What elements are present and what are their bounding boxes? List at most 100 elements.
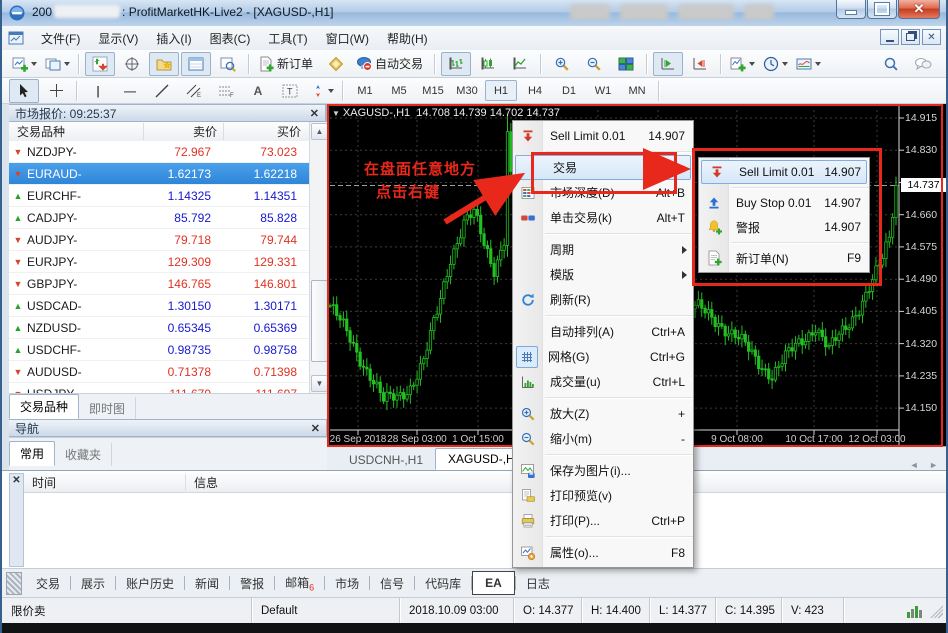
context-menu-item-自动排列(A)[interactable]: 自动排列(A)Ctrl+A — [513, 319, 693, 344]
market-watch-button[interactable] — [85, 52, 115, 76]
context-menu-item-单击交易(k)[interactable]: 单击交易(k)Alt+T — [513, 205, 693, 230]
column-bid[interactable]: 卖价 — [143, 123, 223, 140]
navigator-button[interactable] — [149, 52, 179, 76]
tab-scroll-arrows[interactable]: ◄ ► — [910, 460, 948, 470]
timeframe-M30[interactable]: M30 — [451, 80, 483, 101]
timeframe-D1[interactable]: D1 — [553, 80, 585, 101]
market-watch-row-EURJPY-[interactable]: ▼EURJPY-129.309129.331 — [9, 251, 309, 273]
zoom-out-button[interactable] — [579, 52, 609, 76]
column-message[interactable]: 信息 — [186, 474, 218, 491]
market-watch-row-USDCHF-[interactable]: ▲USDCHF-0.987350.98758 — [9, 339, 309, 361]
context-menu-item-周期[interactable]: 周期 — [513, 237, 693, 262]
tab-favorites[interactable]: 收藏夹 — [55, 443, 112, 466]
chat-button[interactable] — [908, 52, 938, 76]
column-ask[interactable]: 买价 — [223, 123, 307, 140]
chart-shift-button[interactable] — [685, 52, 715, 76]
resize-grip[interactable] — [930, 605, 943, 618]
market-watch-row-NZDUSD-[interactable]: ▲NZDUSD-0.653450.65369 — [9, 317, 309, 339]
menu-item-显示V[interactable]: 显示(V) — [89, 29, 147, 49]
context-menu-item-Sell Limit 0.01[interactable]: Sell Limit 0.0114.907 — [513, 123, 693, 148]
tile-windows-button[interactable] — [611, 52, 641, 76]
metaeditor-button[interactable] — [321, 52, 351, 76]
market-watch-row-AUDJPY-[interactable]: ▼AUDJPY-79.71879.744 — [9, 229, 309, 251]
context-menu-item-市场深度(D)[interactable]: 市场深度(D)Alt+B — [513, 180, 693, 205]
context-menu-item-放大(Z)[interactable]: 放大(Z)+ — [513, 401, 693, 426]
market-watch-scrollbar[interactable]: ▲ ▼ — [309, 122, 328, 393]
menu-item-插入I[interactable]: 插入(I) — [147, 29, 200, 49]
menu-item-文件F[interactable]: 文件(F) — [32, 29, 89, 49]
tab-tick-chart[interactable]: 即时图 — [79, 397, 136, 420]
menu-item-图表C[interactable]: 图表(C) — [201, 29, 260, 49]
context-menu-item-打印(P)...[interactable]: 打印(P)...Ctrl+P — [513, 508, 693, 533]
market-watch-row-USDCAD-[interactable]: ▲USDCAD-1.301501.30171 — [9, 295, 309, 317]
autotrading-button[interactable]: 自动交易 — [353, 52, 429, 76]
terminal-tab-邮箱[interactable]: 邮箱6 — [275, 570, 324, 596]
terminal-tab-市场[interactable]: 市场 — [325, 571, 369, 596]
bar-chart-button[interactable] — [441, 52, 471, 76]
timeframe-M15[interactable]: M15 — [417, 80, 449, 101]
candlestick-chart-button[interactable] — [473, 52, 503, 76]
submenu-item-Sell Limit 0.01[interactable]: Sell Limit 0.0114.907 — [701, 160, 867, 184]
column-symbol[interactable]: 交易品种 — [9, 123, 143, 140]
new-order-button[interactable]: 新订单 — [255, 52, 319, 76]
close-icon[interactable]: ✕ — [311, 422, 320, 435]
horizontal-line-button[interactable]: — — [115, 79, 145, 103]
scroll-down-icon[interactable]: ▼ — [311, 375, 328, 392]
terminal-tab-代码库[interactable]: 代码库 — [415, 571, 471, 596]
market-watch-row-NZDJPY-[interactable]: ▼NZDJPY-72.96773.023 — [9, 141, 309, 163]
chart-tab-usdcnh[interactable]: USDCNH-,H1 — [337, 450, 435, 470]
terminal-tab-账户历史[interactable]: 账户历史 — [116, 571, 184, 596]
periods-button[interactable] — [760, 52, 791, 76]
new-chart-button[interactable] — [9, 52, 40, 76]
context-menu-item-保存为图片(i)...[interactable]: 保存为图片(i)... — [513, 458, 693, 483]
terminal-tab-警报[interactable]: 警报 — [230, 571, 274, 596]
equidistant-channel-button[interactable]: E — [179, 79, 209, 103]
market-watch-row-EURAUD-[interactable]: ▼EURAUD-1.621731.62218 — [9, 163, 309, 185]
text-button[interactable]: A — [243, 79, 273, 103]
context-menu-item-属性(o)...[interactable]: 属性(o)...F8 — [513, 540, 693, 565]
close-icon[interactable]: ✕ — [10, 474, 23, 487]
search-button[interactable] — [876, 52, 906, 76]
child-minimize-button[interactable] — [880, 29, 899, 45]
line-chart-button[interactable] — [505, 52, 535, 76]
scrollbar-thumb[interactable] — [311, 280, 328, 362]
timeframe-M5[interactable]: M5 — [383, 80, 415, 101]
context-menu-item-网格(G)[interactable]: 网格(G)Ctrl+G — [513, 344, 693, 369]
text-label-button[interactable]: T — [275, 79, 305, 103]
templates-button[interactable] — [793, 52, 824, 76]
data-window-button[interactable] — [117, 52, 147, 76]
cursor-button[interactable] — [9, 79, 39, 103]
menu-item-帮助H[interactable]: 帮助(H) — [378, 29, 437, 49]
child-close-button[interactable]: ✕ — [922, 29, 941, 45]
terminal-tab-EA[interactable]: EA — [472, 571, 515, 595]
market-watch-row-AUDUSD-[interactable]: ▼AUDUSD-0.713780.71398 — [9, 361, 309, 383]
terminal-tab-新闻[interactable]: 新闻 — [185, 571, 229, 596]
zoom-in-button[interactable] — [547, 52, 577, 76]
profiles-button[interactable] — [42, 52, 73, 76]
context-menu-item-刷新(R)[interactable]: 刷新(R) — [513, 287, 693, 312]
chevron-down-icon[interactable]: ▼ — [332, 109, 340, 118]
context-menu-item-打印预览(v)[interactable]: 打印预览(v) — [513, 483, 693, 508]
terminal-tab-交易[interactable]: 交易 — [26, 571, 70, 596]
tab-common[interactable]: 常用 — [9, 441, 55, 466]
strategy-tester-button[interactable] — [213, 52, 243, 76]
fibonacci-button[interactable]: F — [211, 79, 241, 103]
menu-item-窗口W[interactable]: 窗口(W) — [317, 29, 378, 49]
context-menu-item-模版[interactable]: 模版 — [513, 262, 693, 287]
terminal-button[interactable] — [181, 52, 211, 76]
column-time[interactable]: 时间 — [24, 474, 186, 491]
context-menu-item-交易[interactable]: 交易 — [515, 155, 691, 180]
market-watch-row-EURCHF-[interactable]: ▲EURCHF-1.143251.14351 — [9, 185, 309, 207]
child-restore-button[interactable] — [901, 29, 920, 45]
market-watch-row-CADJPY-[interactable]: ▲CADJPY-85.79285.828 — [9, 207, 309, 229]
timeframe-H1[interactable]: H1 — [485, 80, 517, 101]
context-menu-item-成交量(u)[interactable]: 成交量(u)Ctrl+L — [513, 369, 693, 394]
menu-item-工具T[interactable]: 工具(T) — [259, 29, 316, 49]
timeframe-MN[interactable]: MN — [621, 80, 653, 101]
terminal-tab-信号[interactable]: 信号 — [370, 571, 414, 596]
close-button[interactable]: ✕ — [898, 0, 940, 19]
submenu-item-警报[interactable]: 警报14.907 — [699, 215, 869, 239]
tab-symbols[interactable]: 交易品种 — [9, 394, 79, 419]
vertical-line-button[interactable]: | — [83, 79, 113, 103]
auto-scroll-button[interactable] — [653, 52, 683, 76]
